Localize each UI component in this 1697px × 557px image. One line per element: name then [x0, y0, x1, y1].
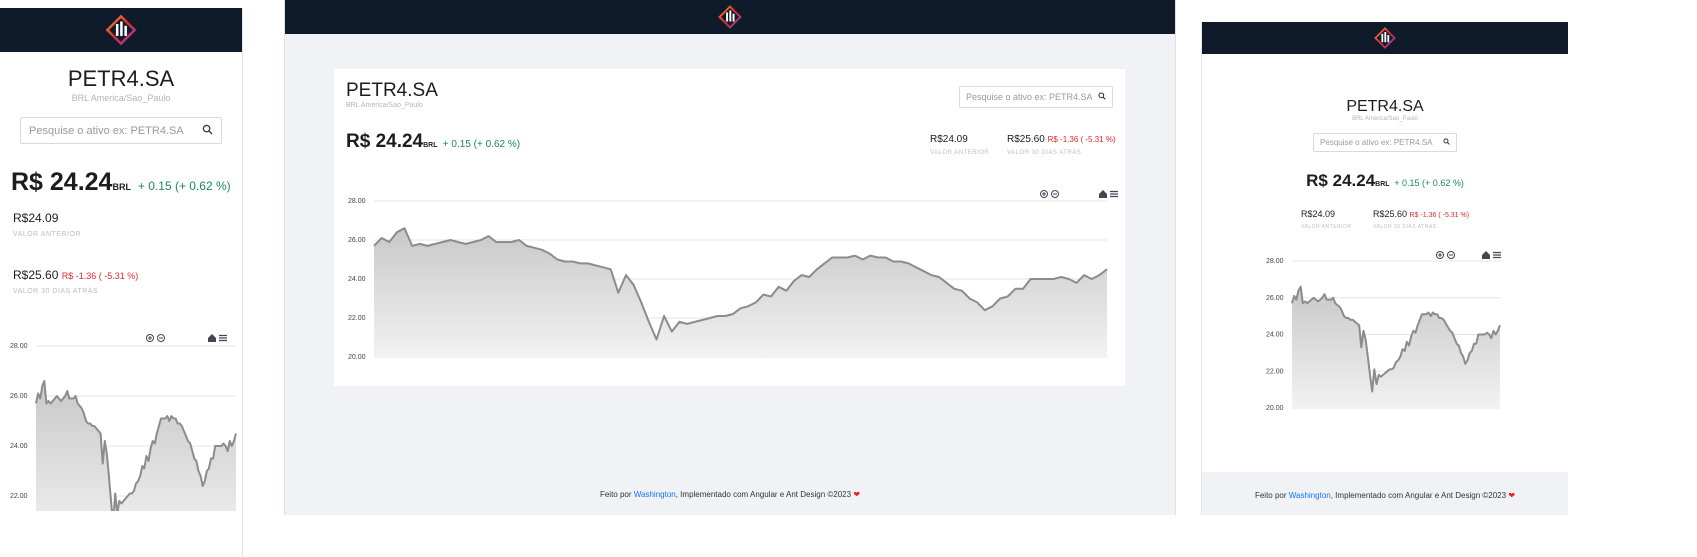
footer: Feito por Washington, Implementado com A… — [285, 490, 1175, 499]
y-tick-label: 26.00 — [10, 393, 28, 400]
search-placeholder: Pesquise o ativo ex: PETR4.SA — [966, 92, 1093, 102]
currency-code: BRL — [112, 182, 131, 192]
home-icon[interactable] — [208, 334, 216, 342]
footer-prefix: Feito por — [599, 490, 632, 499]
price-chart: 28.0026.0024.0022.0020.00 — [10, 334, 237, 511]
zoom-in-icon[interactable] — [1040, 190, 1048, 198]
d30-value: R$25.60 — [1007, 134, 1045, 145]
menu-icon[interactable] — [1110, 190, 1118, 198]
y-tick-label: 22.00 — [10, 493, 28, 500]
previous-label: VALOR ANTERIOR — [13, 231, 81, 238]
footer-suffix: , Implementado com Angular e Ant Design … — [1330, 491, 1507, 500]
timezone-subtitle: BRL America/Sao_Paulo — [71, 93, 171, 103]
d30-value: R$25.60 — [13, 268, 59, 282]
navbar — [285, 0, 1175, 34]
y-tick-label: 22.00 — [1266, 368, 1284, 375]
author-link[interactable]: Washington — [634, 490, 676, 499]
y-tick-label: 28.00 — [1266, 258, 1284, 265]
navbar — [0, 8, 242, 52]
menu-icon[interactable] — [219, 334, 227, 342]
d30-label: VALOR 30 DIAS ATRÁS — [1007, 150, 1082, 156]
author-link[interactable]: Washington — [1289, 491, 1331, 500]
zoom-in-icon[interactable] — [146, 334, 154, 342]
search-placeholder: Pesquise o ativo ex: PETR4.SA — [29, 124, 184, 137]
zoom-out-icon[interactable] — [157, 334, 165, 342]
price-value: R$ 24.24 — [11, 168, 113, 196]
y-tick-label: 20.00 — [348, 354, 366, 361]
zoom-in-icon[interactable] — [1436, 251, 1444, 259]
ticker-title: PETR4.SA — [67, 66, 175, 91]
footer-prefix: Feito por — [1254, 491, 1287, 500]
y-tick-label: 22.00 — [348, 315, 366, 322]
heart-icon: ❤ — [1508, 491, 1516, 500]
timezone-subtitle: BRL America/Sao_Paulo — [346, 102, 423, 109]
search-icon[interactable] — [1098, 92, 1106, 102]
footer-suffix: , Implementado com Angular e Ant Design … — [675, 490, 852, 499]
d30-change: R$ -1.36 ( -5.31 %) — [61, 271, 139, 281]
price-chart: 28.00 26.00 24.00 22.00 20.00 — [348, 190, 1118, 361]
zoom-out-icon[interactable] — [1051, 190, 1059, 198]
y-tick-label: 26.00 — [348, 237, 366, 244]
currency-code: BRL — [423, 142, 438, 149]
price-block: R$ 24.24BRL + 0.15 (+ 0.62 %) — [11, 168, 242, 197]
search-input[interactable]: Pesquise o ativo ex: PETR4.SA — [959, 86, 1113, 108]
y-tick-label: 24.00 — [348, 276, 366, 283]
y-tick-label: 28.00 — [348, 198, 366, 205]
previous-value: R$24.09 — [13, 211, 59, 225]
y-tick-label: 28.00 — [10, 343, 28, 350]
mobile-view: PETR4.SA BRL America/Sao_Paulo Pesquise … — [0, 8, 243, 557]
heart-icon: ❤ — [853, 490, 861, 499]
search-input[interactable]: Pesquise o ativo ex: PETR4.SA — [20, 117, 222, 144]
price-area — [1292, 286, 1500, 408]
search-icon[interactable] — [202, 124, 213, 138]
previous-label: VALOR ANTERIOR — [930, 150, 990, 156]
price-change: + 0.15 (+ 0.62 %) — [442, 139, 521, 150]
price-chart: 28.00 26.00 24.00 22.00 20.00 — [1266, 251, 1501, 412]
ticker-title: PETR4.SA — [346, 80, 438, 101]
zoom-out-icon[interactable] — [1447, 251, 1455, 259]
d30-label: VALOR 30 DIAS ATRÁS — [13, 288, 99, 295]
logo-icon[interactable] — [717, 4, 743, 30]
price-value: R$ 24.24 — [346, 131, 424, 152]
y-tick-label: 24.00 — [10, 443, 28, 450]
y-tick-label: 20.00 — [1266, 405, 1284, 412]
footer: Feito por Washington, Implementado com A… — [1202, 472, 1568, 515]
desktop-view: PETR4.SA BRL America/Sao_Paulo Pesquise … — [284, 0, 1176, 515]
tablet-view: PETR4.SA BRL America/Sao_Paulo Pesquise … — [1201, 22, 1568, 515]
y-tick-label: 26.00 — [1266, 295, 1284, 302]
home-icon[interactable] — [1099, 190, 1107, 198]
d30-change: R$ -1.36 ( -5.31 %) — [1047, 135, 1116, 144]
previous-value: R$24.09 — [930, 134, 968, 145]
menu-icon[interactable] — [1493, 251, 1501, 259]
y-tick-label: 24.00 — [1266, 332, 1284, 339]
price-change: + 0.15 (+ 0.62 %) — [137, 179, 231, 193]
price-block: R$ 24.24BRL + 0.15 (+ 0.62 %) — [346, 131, 520, 153]
logo-icon[interactable] — [104, 13, 138, 47]
home-icon[interactable] — [1482, 251, 1490, 259]
price-area — [374, 228, 1107, 357]
